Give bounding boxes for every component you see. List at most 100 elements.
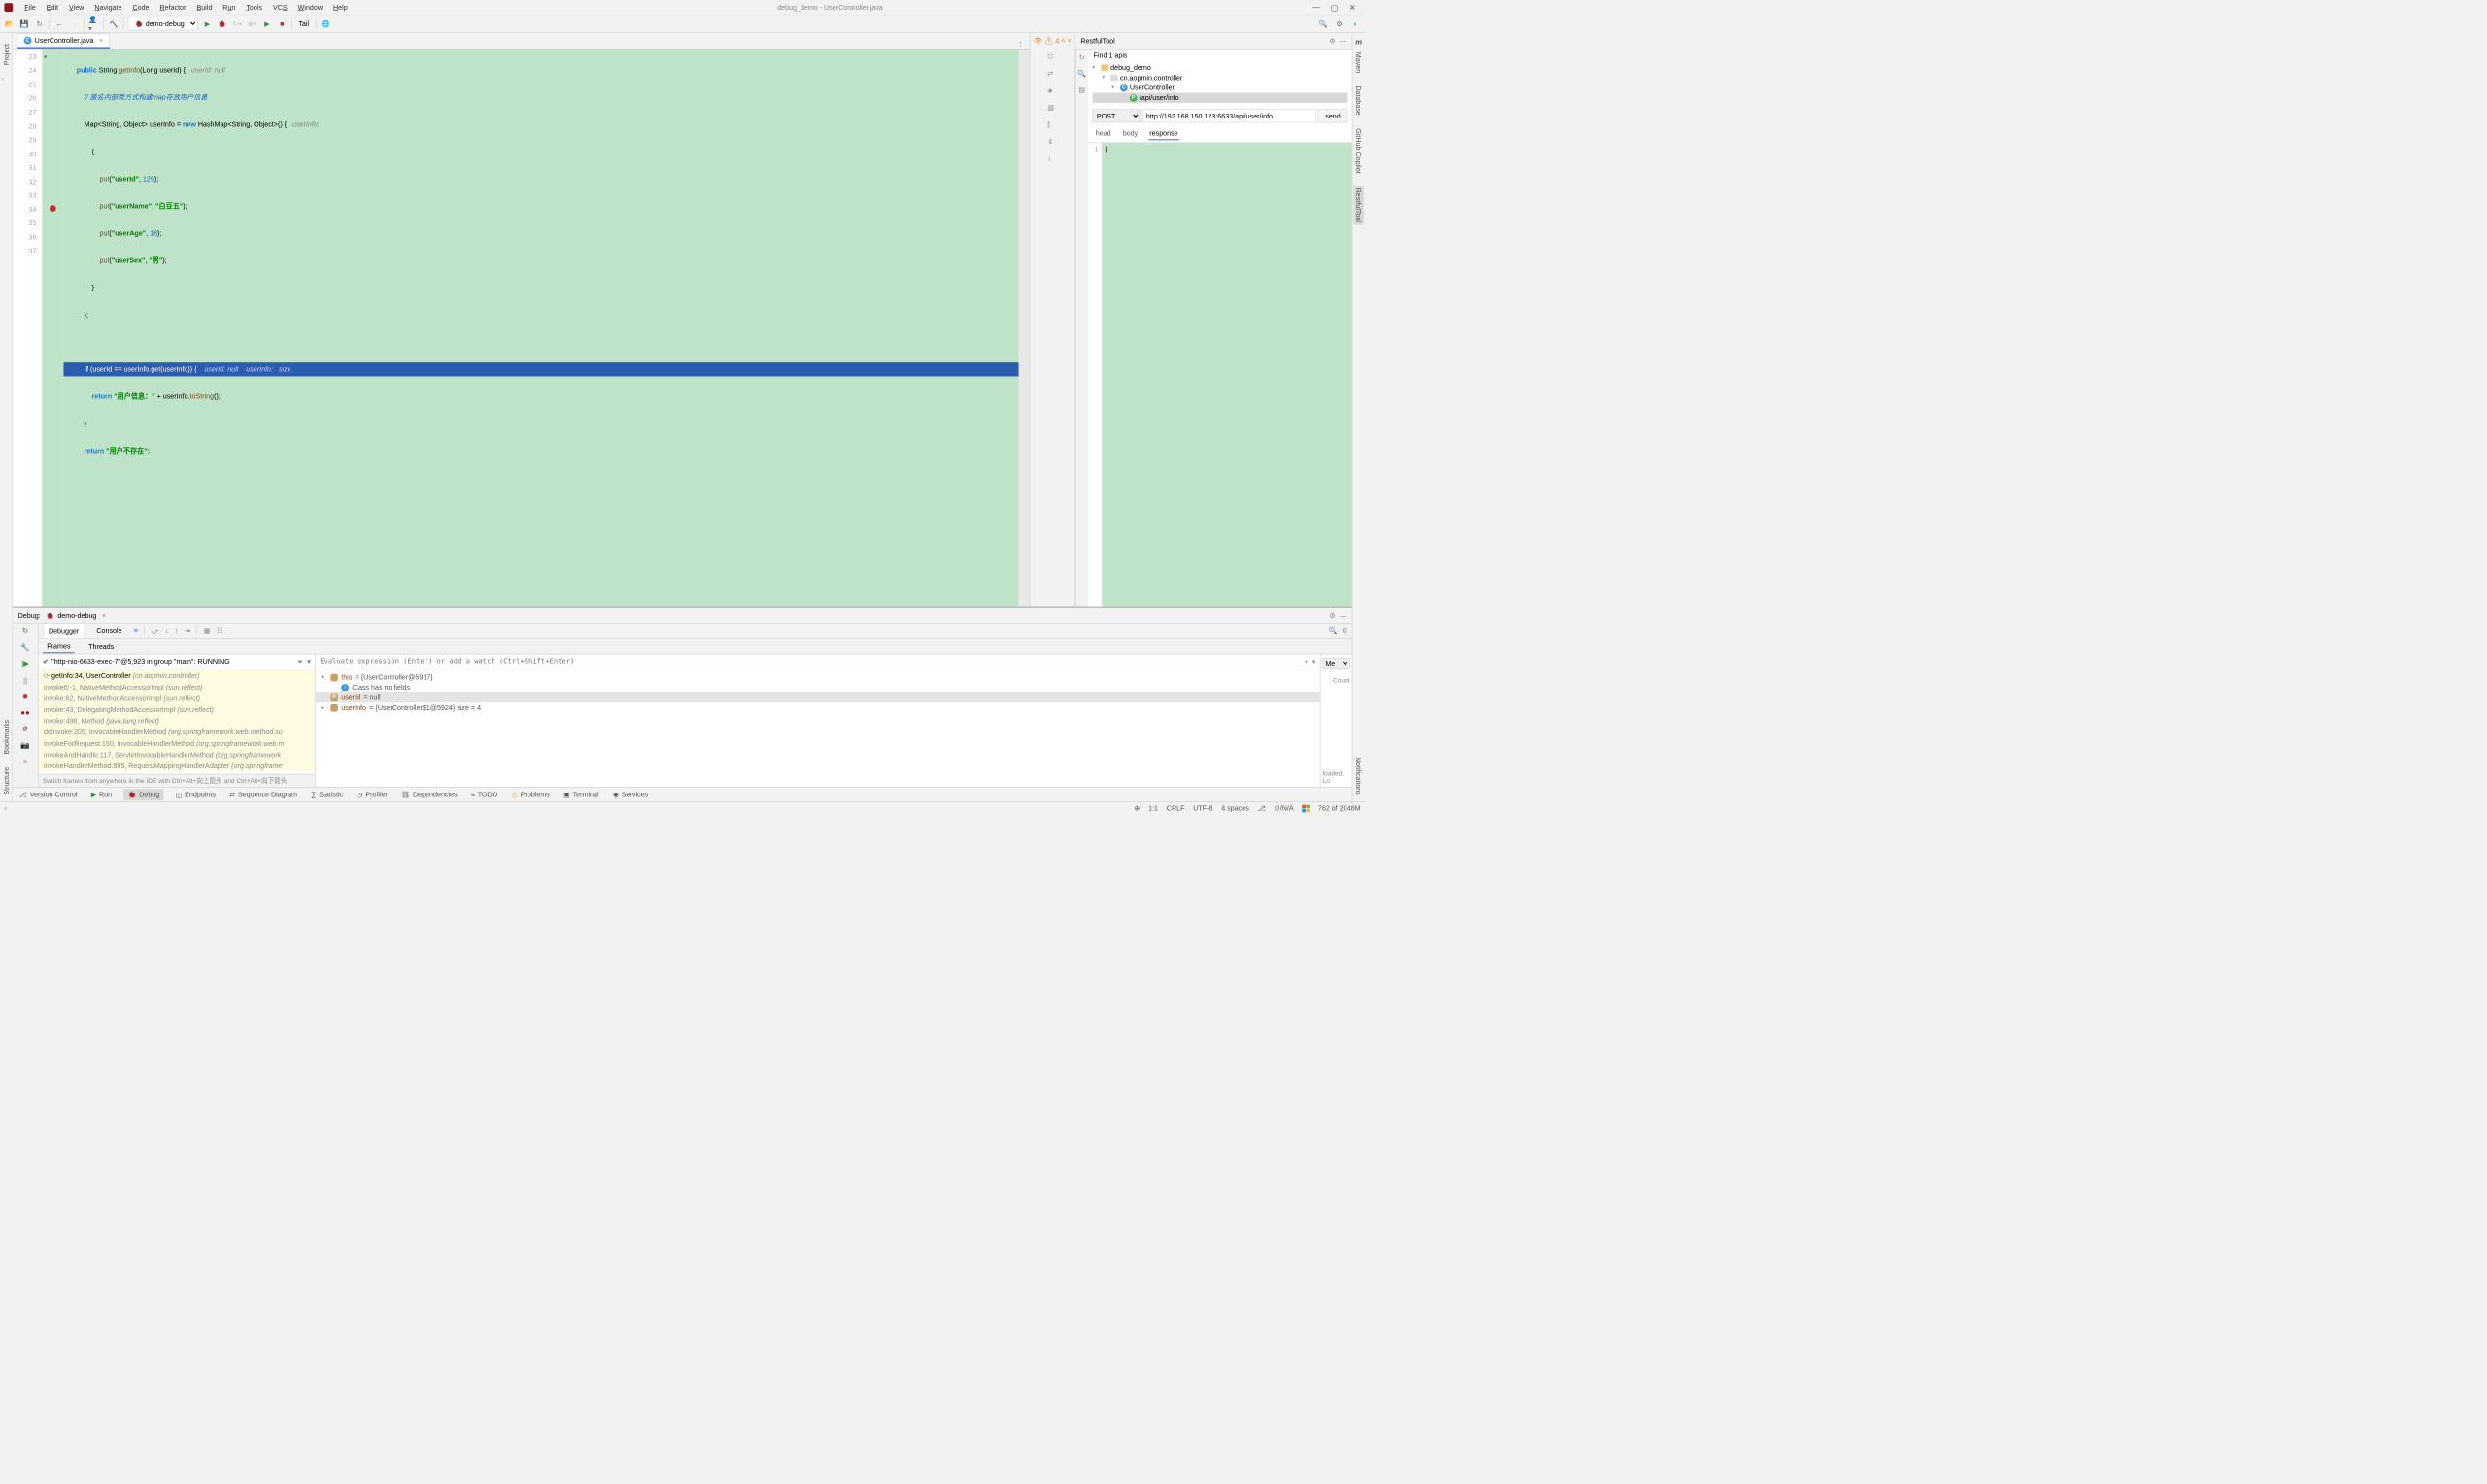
encoding[interactable]: UTF-8: [1193, 804, 1212, 812]
editor-body[interactable]: 232425262728293031323334353637 ● public …: [13, 49, 1030, 606]
user-icon[interactable]: 👤▾: [88, 18, 99, 29]
tool-notifications[interactable]: Notifications: [1355, 758, 1363, 795]
restful-response[interactable]: 1 |: [1088, 143, 1352, 606]
tool-copilot[interactable]: GitHub Copilot: [1355, 128, 1363, 173]
menu-build[interactable]: Build: [192, 1, 217, 14]
frame-row[interactable]: invokeAndHandle:117, ServletInvocableHan…: [39, 749, 316, 760]
response-body[interactable]: |: [1102, 143, 1351, 606]
frame-row[interactable]: invokeForRequest:150, InvocableHandlerMe…: [39, 738, 316, 750]
open-icon[interactable]: 📂: [4, 18, 15, 29]
mute-bp-icon[interactable]: ⌀: [23, 724, 28, 732]
tab-frames[interactable]: Frames: [43, 640, 75, 654]
sync-icon[interactable]: ↻: [34, 18, 45, 29]
tool-todo[interactable]: ≡ TODO: [469, 790, 500, 799]
expand-icon[interactable]: ↕: [1047, 154, 1057, 164]
frame-row[interactable]: invoke0:-1, NativeMethodAccessorImpl (su…: [39, 682, 316, 693]
indent[interactable]: 4 spaces: [1221, 804, 1249, 812]
filter-icon[interactable]: ▤: [1078, 85, 1085, 94]
tool-structure[interactable]: Structure: [2, 767, 10, 795]
windows-icon[interactable]: [1302, 804, 1310, 812]
file-tab[interactable]: C UserController.java ×: [17, 33, 111, 49]
frame-row[interactable]: doInvoke:205, InvocableHandlerMethod (or…: [39, 726, 316, 738]
menu-window[interactable]: Window: [293, 1, 326, 14]
tool-project[interactable]: Project: [2, 44, 10, 65]
thread-header[interactable]: ✔ "http-nio-6633-exec-7"@5,923 in group …: [39, 654, 316, 669]
eval-input[interactable]: [320, 658, 1300, 665]
tab-close-icon[interactable]: ×: [102, 611, 106, 619]
tab-head[interactable]: head: [1095, 127, 1112, 141]
gear-icon[interactable]: ⚙: [1329, 37, 1335, 46]
menu-edit[interactable]: Edit: [42, 1, 62, 14]
tab-body[interactable]: body: [1122, 127, 1140, 141]
tool-services[interactable]: ◉ Services: [611, 789, 651, 799]
run-icon[interactable]: ▶: [202, 18, 213, 29]
wrench-icon[interactable]: 🔧: [20, 643, 30, 652]
search-icon[interactable]: 🔍: [1329, 626, 1338, 635]
step-over-icon[interactable]: ⤻: [152, 626, 159, 635]
var-row[interactable]: ▸userInfo = {UserController$1@5924} size…: [316, 702, 1320, 712]
back-icon[interactable]: ←: [53, 18, 64, 29]
resume-icon[interactable]: ▶: [261, 18, 272, 29]
tool-bookmarks[interactable]: Bookmarks: [2, 720, 10, 755]
threads-icon[interactable]: ≡: [134, 626, 138, 634]
tool-database[interactable]: Database: [1355, 85, 1363, 116]
menu-code[interactable]: Code: [128, 1, 153, 14]
run-config-select[interactable]: 🐞 demo-debug: [128, 17, 198, 31]
menu-vcs[interactable]: VCS: [269, 1, 291, 14]
tool-terminal[interactable]: ▣ Terminal: [562, 789, 601, 799]
frame-row[interactable]: invoke:43, DelegatingMethodAccessorImpl …: [39, 704, 316, 716]
var-row[interactable]: iClass has no fields: [316, 682, 1320, 691]
frame-row[interactable]: invokeHandlerMethod:895, RequestMappingH…: [39, 760, 316, 772]
frame-row[interactable]: invoke:62, NativeMethodAccessorImpl (sun…: [39, 692, 316, 704]
status-icon[interactable]: ▫: [4, 804, 7, 812]
tool-endpoints[interactable]: ◫ Endpoints: [173, 789, 218, 799]
search-icon[interactable]: 🔍: [1077, 69, 1086, 78]
settings-icon[interactable]: ⚙: [1334, 18, 1345, 29]
window-maximize-button[interactable]: ▢: [1326, 2, 1342, 12]
stop-icon[interactable]: ■: [23, 691, 28, 700]
frame-row[interactable]: ⟳ getInfo:34, UserController (cn.aopmin.…: [39, 670, 316, 682]
coverage-icon[interactable]: ↻▾: [232, 18, 243, 29]
more-icon[interactable]: »: [23, 757, 27, 765]
menu-run[interactable]: Run: [219, 1, 240, 14]
copilot-status-icon[interactable]: ⊕: [1134, 804, 1140, 813]
ide-icon[interactable]: ◗: [1350, 18, 1361, 29]
line-ending[interactable]: CRLF: [1167, 804, 1185, 812]
tree-node-class[interactable]: ▾CUserController: [1092, 83, 1347, 92]
caret-pos[interactable]: 1:1: [1148, 804, 1158, 812]
camera-icon[interactable]: 📷: [20, 740, 30, 749]
minimize-icon[interactable]: —: [1340, 37, 1346, 46]
gear-icon[interactable]: ⚙: [1342, 626, 1347, 635]
rerun-icon[interactable]: ↻: [22, 626, 28, 635]
search-icon[interactable]: 🔍: [1318, 18, 1329, 29]
chart-icon[interactable]: ⫿: [1047, 120, 1057, 130]
tool-restful[interactable]: RestfulTool: [1353, 186, 1363, 225]
filter-icon[interactable]: ⇄: [1047, 69, 1057, 79]
tab-more-icon[interactable]: ⋮: [1012, 40, 1030, 49]
menu-refactor[interactable]: Refactor: [155, 1, 190, 14]
profile-icon[interactable]: ◉▾: [247, 18, 257, 29]
tool-maven[interactable]: Maven: [1355, 52, 1363, 73]
save-icon[interactable]: 💾: [19, 18, 30, 29]
window-minimize-button[interactable]: —: [1309, 3, 1324, 12]
debug-icon[interactable]: 🐞: [217, 18, 227, 29]
var-row[interactable]: PuserId = null: [316, 692, 1320, 702]
add-watch-icon[interactable]: +: [1304, 658, 1308, 665]
menu-tools[interactable]: Tools: [242, 1, 266, 14]
step-out-icon[interactable]: ↑: [175, 626, 179, 634]
menu-help[interactable]: Help: [329, 1, 352, 14]
window-close-button[interactable]: ✕: [1345, 2, 1360, 12]
breakpoints-icon[interactable]: ●●: [20, 708, 29, 717]
tab-response[interactable]: response: [1148, 127, 1179, 141]
frames-list[interactable]: ⟳ getInfo:34, UserController (cn.aopmin.…: [39, 670, 316, 774]
tool-deps[interactable]: ⛓ Dependencies: [399, 789, 460, 799]
memory-select[interactable]: Me: [1323, 658, 1350, 668]
tree-node-package[interactable]: ▾cn.aopmin.controller: [1092, 73, 1347, 83]
tab-close-icon[interactable]: ×: [99, 36, 103, 44]
translate-icon[interactable]: 🌐: [321, 18, 331, 29]
folder-icon[interactable]: ▫: [1, 75, 11, 84]
tool-statistic[interactable]: ∑ Statistic: [309, 790, 345, 799]
forward-icon[interactable]: →: [69, 18, 80, 29]
tool-version-control[interactable]: ⎇ Version Control: [17, 789, 80, 799]
eval-grid-icon[interactable]: ▦: [204, 626, 211, 635]
